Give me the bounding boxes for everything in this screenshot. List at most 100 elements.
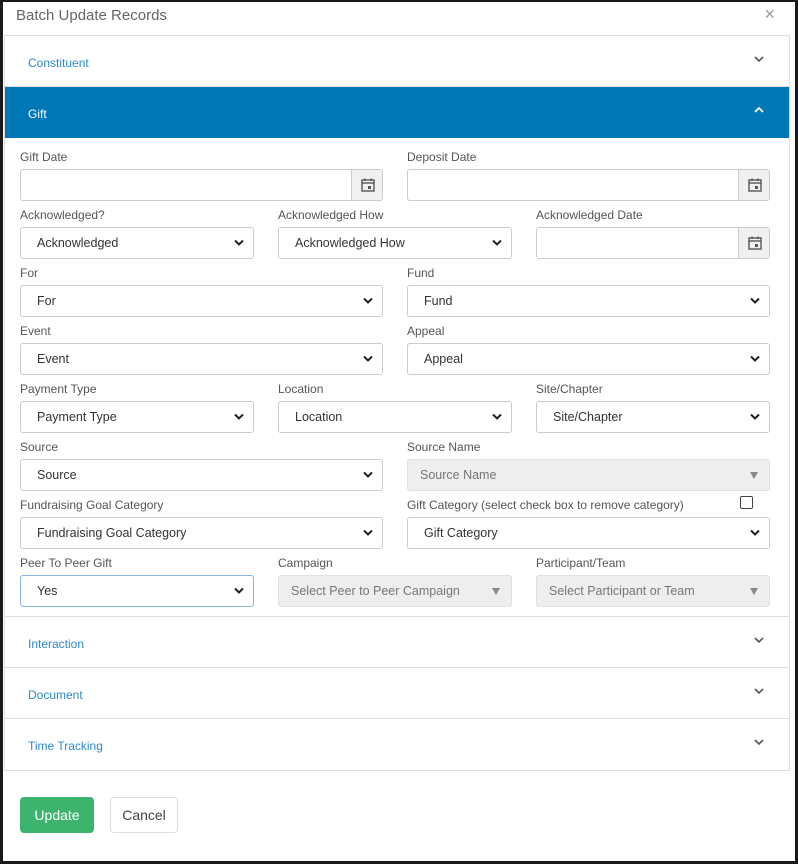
fundraising-goal-category-label: Fundraising Goal Category — [20, 498, 164, 512]
peer-to-peer-gift-label: Peer To Peer Gift — [20, 556, 112, 570]
chevron-down-icon — [750, 529, 760, 536]
calendar-icon — [748, 178, 762, 192]
update-button[interactable]: Update — [20, 797, 94, 833]
chevron-down-icon — [363, 529, 373, 536]
participant-team-label: Participant/Team — [536, 556, 626, 570]
campaign-select: Select Peer to Peer Campaign — [278, 575, 512, 607]
fundraising-goal-category-value: Fundraising Goal Category — [37, 526, 187, 540]
source-name-label: Source Name — [407, 440, 481, 454]
for-label: For — [20, 266, 38, 280]
section-document-label: Document — [28, 688, 83, 702]
location-field: Location Location — [278, 382, 512, 433]
section-constituent-label: Constituent — [28, 56, 89, 70]
gift-category-select[interactable]: Gift Category — [407, 517, 770, 549]
chevron-down-icon — [234, 587, 244, 594]
event-value: Event — [37, 352, 69, 366]
source-name-select: Source Name — [407, 459, 770, 491]
campaign-field: Campaign Select Peer to Peer Campaign — [278, 556, 512, 607]
fundraising-goal-category-field: Fundraising Goal Category Fundraising Go… — [20, 498, 383, 549]
calendar-button[interactable] — [738, 170, 769, 200]
caret-down-icon — [492, 588, 500, 595]
deposit-date-input[interactable] — [407, 169, 770, 201]
appeal-select[interactable]: Appeal — [407, 343, 770, 375]
close-icon[interactable]: × — [764, 4, 775, 25]
participant-team-field: Participant/Team Select Participant or T… — [536, 556, 770, 607]
section-interaction-label: Interaction — [28, 637, 85, 651]
campaign-label: Campaign — [278, 556, 333, 570]
for-select[interactable]: For — [20, 285, 383, 317]
participant-team-select: Select Participant or Team — [536, 575, 770, 607]
deposit-date-label: Deposit Date — [407, 150, 477, 164]
source-name-value: Source Name — [420, 468, 497, 482]
remove-category-checkbox[interactable] — [740, 496, 753, 509]
chevron-down-icon — [234, 239, 244, 246]
source-label: Source — [20, 440, 59, 454]
source-value: Source — [37, 468, 77, 482]
deposit-date-field: Deposit Date — [407, 150, 770, 201]
source-select[interactable]: Source — [20, 459, 383, 491]
caret-down-icon — [750, 472, 758, 479]
section-gift-header[interactable]: Gift — [5, 87, 789, 138]
fund-select[interactable]: Fund — [407, 285, 770, 317]
appeal-value: Appeal — [424, 352, 463, 366]
fund-label: Fund — [407, 266, 435, 280]
chevron-down-icon — [234, 413, 244, 420]
gift-date-label: Gift Date — [20, 150, 68, 164]
fundraising-goal-category-select[interactable]: Fundraising Goal Category — [20, 517, 383, 549]
chevron-down-icon — [363, 297, 373, 304]
section-interaction-header[interactable]: Interaction — [5, 617, 789, 668]
chevron-up-icon — [754, 106, 764, 113]
acknowledged-how-label: Acknowledged How — [278, 208, 384, 222]
acknowledged-field: Acknowledged? Acknowledged — [20, 208, 254, 259]
section-document-header[interactable]: Document — [5, 668, 789, 719]
gift-date-input[interactable] — [20, 169, 383, 201]
calendar-button[interactable] — [738, 228, 769, 258]
acknowledged-label: Acknowledged? — [20, 208, 105, 222]
gift-category-field: Gift Category (select check box to remov… — [407, 496, 770, 549]
acknowledged-how-select[interactable]: Acknowledged How — [278, 227, 512, 259]
peer-to-peer-gift-select[interactable]: Yes — [20, 575, 254, 607]
site-chapter-label: Site/Chapter — [536, 382, 603, 396]
participant-team-value: Select Participant or Team — [549, 584, 695, 598]
site-chapter-select[interactable]: Site/Chapter — [536, 401, 770, 433]
acknowledged-select[interactable]: Acknowledged — [20, 227, 254, 259]
acknowledged-date-label: Acknowledged Date — [536, 208, 643, 222]
payment-type-value: Payment Type — [37, 410, 117, 424]
fund-value: Fund — [424, 294, 453, 308]
chevron-down-icon — [363, 471, 373, 478]
chevron-down-icon — [750, 355, 760, 362]
chevron-down-icon — [492, 239, 502, 246]
calendar-icon — [748, 236, 762, 250]
chevron-down-icon — [750, 297, 760, 304]
dialog-header: Batch Update Records × — [3, 2, 795, 35]
for-field: For For — [20, 266, 383, 317]
campaign-value: Select Peer to Peer Campaign — [291, 584, 460, 598]
acknowledged-date-field: Acknowledged Date — [536, 208, 770, 259]
source-field: Source Source — [20, 440, 383, 491]
calendar-icon — [361, 178, 375, 192]
acknowledged-date-input[interactable] — [536, 227, 770, 259]
site-chapter-value: Site/Chapter — [553, 410, 623, 424]
section-constituent-header[interactable]: Constituent — [5, 36, 789, 87]
gift-category-value: Gift Category — [424, 526, 498, 540]
event-label: Event — [20, 324, 51, 338]
calendar-button[interactable] — [351, 170, 382, 200]
section-gift-label: Gift — [28, 107, 47, 121]
gift-category-label: Gift Category (select check box to remov… — [407, 498, 684, 512]
section-time-tracking-header[interactable]: Time Tracking — [5, 719, 789, 770]
chevron-down-icon — [754, 637, 764, 644]
chevron-down-icon — [754, 739, 764, 746]
site-chapter-field: Site/Chapter Site/Chapter — [536, 382, 770, 433]
appeal-label: Appeal — [407, 324, 445, 338]
chevron-down-icon — [363, 355, 373, 362]
location-value: Location — [295, 410, 343, 424]
chevron-down-icon — [750, 413, 760, 420]
section-time-tracking-label: Time Tracking — [28, 739, 103, 753]
event-select[interactable]: Event — [20, 343, 383, 375]
acknowledged-value: Acknowledged — [37, 236, 119, 250]
appeal-field: Appeal Appeal — [407, 324, 770, 375]
location-select[interactable]: Location — [278, 401, 512, 433]
cancel-button[interactable]: Cancel — [110, 797, 178, 833]
payment-type-select[interactable]: Payment Type — [20, 401, 254, 433]
dialog-title: Batch Update Records — [16, 7, 167, 24]
